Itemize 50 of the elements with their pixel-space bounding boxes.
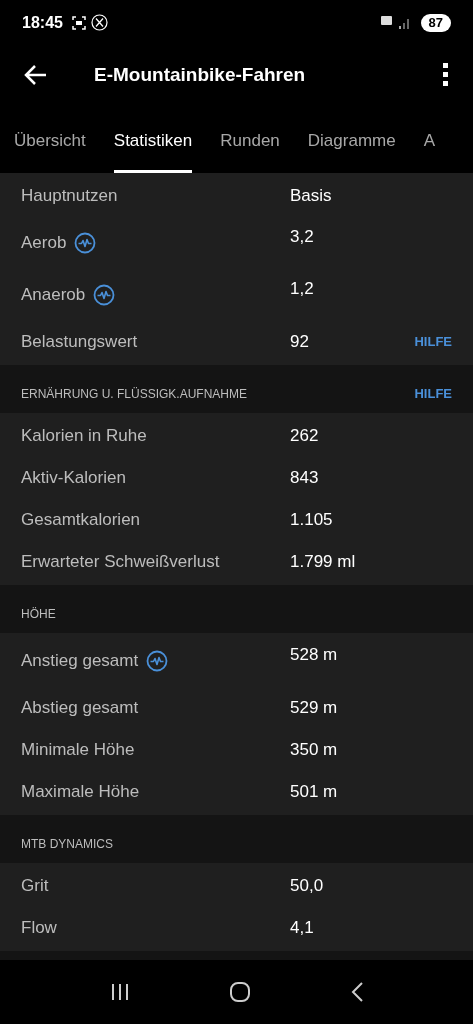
stat-label: Grit bbox=[21, 875, 49, 898]
stat-label: Hauptnutzen bbox=[21, 185, 118, 208]
x-logo-icon bbox=[90, 14, 108, 31]
back-icon[interactable] bbox=[349, 981, 364, 1003]
help-link[interactable]: HILFE bbox=[414, 383, 452, 403]
screenshot-icon bbox=[70, 14, 87, 31]
battery-indicator: 87 bbox=[420, 13, 451, 32]
stat-value: 1.799 ml bbox=[290, 551, 357, 574]
stat-value: 262 bbox=[290, 425, 320, 448]
stat-value: 1.105 bbox=[290, 509, 334, 532]
status-time: 18:45 bbox=[22, 12, 63, 33]
back-arrow-icon[interactable] bbox=[24, 64, 48, 86]
heartbeat-icon[interactable] bbox=[93, 284, 116, 306]
stat-value: 4,1 bbox=[290, 917, 315, 940]
stat-value: 1,2 bbox=[290, 278, 315, 301]
stat-label: Erwarteter Schweißverlust bbox=[21, 551, 220, 574]
stat-value: 501 m bbox=[290, 781, 339, 804]
stat-label: Belastungswert bbox=[21, 331, 138, 354]
stat-label: Gesamtkalorien bbox=[21, 509, 141, 532]
section-heading: ERNÄHRUNG U. FLÜSSIGK.AUFNAHME bbox=[21, 386, 249, 403]
stat-label: Aerob bbox=[21, 232, 67, 255]
heartbeat-icon[interactable] bbox=[146, 650, 169, 672]
stat-value: 3,2 bbox=[290, 226, 315, 249]
stat-label: Anstieg gesamt bbox=[21, 650, 139, 673]
stat-value: Basis bbox=[290, 185, 333, 208]
tab[interactable]: Runden bbox=[220, 105, 280, 173]
page-title: E-Mountainbike-Fahren bbox=[94, 62, 306, 87]
stat-value: 50,0 bbox=[290, 875, 325, 898]
stat-value: 529 m bbox=[290, 697, 339, 720]
section-heading: MTB DYNAMICS bbox=[21, 836, 114, 853]
home-icon[interactable] bbox=[228, 981, 251, 1003]
stat-value: 843 bbox=[290, 467, 320, 490]
stat-value: 528 m bbox=[290, 644, 339, 667]
recent-apps-icon[interactable] bbox=[109, 982, 130, 1002]
stat-label: Aktiv-Kalorien bbox=[21, 467, 126, 490]
stat-value: 92 bbox=[290, 331, 310, 354]
stat-label: Maximale Höhe bbox=[21, 781, 140, 804]
stat-label: Anaerob bbox=[21, 284, 86, 307]
section-heading: HÖHE bbox=[21, 606, 57, 623]
tab[interactable]: Übersicht bbox=[14, 105, 86, 173]
stat-label: Minimale Höhe bbox=[21, 739, 135, 762]
stat-label: Abstieg gesamt bbox=[21, 697, 139, 720]
stat-value: 350 m bbox=[290, 739, 339, 762]
help-link[interactable]: HILFE bbox=[414, 332, 452, 352]
tab[interactable]: Diagramme bbox=[307, 105, 396, 173]
stat-label: Flow bbox=[21, 917, 57, 940]
heartbeat-icon[interactable] bbox=[74, 232, 97, 254]
stat-label: Kalorien in Ruhe bbox=[21, 425, 147, 448]
more-menu-icon[interactable] bbox=[443, 63, 449, 87]
tab[interactable]: A bbox=[423, 105, 435, 173]
